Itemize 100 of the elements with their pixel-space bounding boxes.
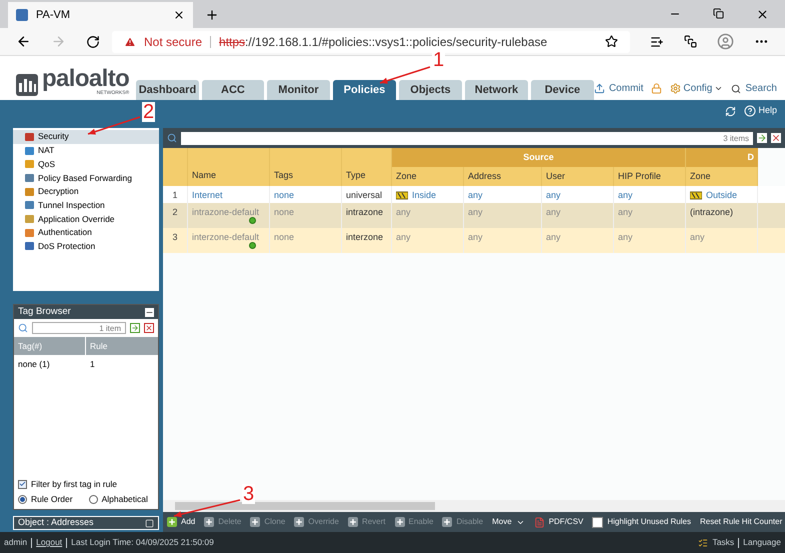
favicon-icon xyxy=(16,9,28,21)
table-cell-text: any xyxy=(618,231,633,244)
menu-button[interactable]: Move xyxy=(492,516,525,528)
nav-tab[interactable]: Monitor xyxy=(266,80,330,100)
zone-icon xyxy=(396,191,408,200)
sort-radio[interactable]: Rule Order xyxy=(18,492,73,506)
tasks-icon xyxy=(698,538,708,548)
tag-search-field[interactable]: 1 item xyxy=(32,322,126,334)
new-tab-icon[interactable] xyxy=(205,8,219,22)
close-icon[interactable] xyxy=(756,8,769,21)
policy-type-item[interactable]: Policy Based Forwarding xyxy=(13,171,159,185)
config-button[interactable]: Config xyxy=(670,81,724,96)
column-header[interactable]: Address xyxy=(464,167,542,186)
nav-tab[interactable]: Network xyxy=(464,80,528,100)
radio-icon[interactable] xyxy=(18,494,27,504)
table-cell-text: universal xyxy=(346,189,382,202)
table-cell-text: any xyxy=(618,206,633,219)
table-cell-text: Inside xyxy=(412,189,436,202)
action-icon xyxy=(442,517,452,527)
column-header[interactable]: HIP Profile xyxy=(614,167,686,186)
annotation-number: 2 xyxy=(142,102,156,122)
toolbar-button[interactable]: PDF/CSV xyxy=(534,516,584,528)
policy-type-item[interactable]: QoS xyxy=(13,157,159,172)
favorites-icon[interactable] xyxy=(650,34,664,48)
refresh-icon[interactable] xyxy=(725,106,736,116)
config-icon xyxy=(670,83,682,94)
policy-type-item[interactable]: Authentication xyxy=(13,226,159,240)
column-header[interactable]: Name xyxy=(188,148,270,186)
username: admin xyxy=(4,536,28,549)
upload-icon xyxy=(594,83,605,94)
help-button[interactable]: Help xyxy=(744,104,777,118)
policy-type-item[interactable]: NAT xyxy=(13,144,159,158)
toolbar-button[interactable]: Add xyxy=(167,516,196,528)
lock-icon[interactable] xyxy=(651,83,662,94)
profile-icon[interactable] xyxy=(717,33,734,50)
header-cell xyxy=(163,148,188,186)
action-icon xyxy=(204,517,214,527)
radio-icon[interactable] xyxy=(88,494,98,504)
tasks-button[interactable]: Tasks xyxy=(698,536,734,549)
collections-icon[interactable] xyxy=(684,35,697,48)
horizontal-scrollbar[interactable] xyxy=(163,500,785,512)
table-cell-text: none (1) xyxy=(17,358,51,371)
checkbox-icon[interactable] xyxy=(18,480,27,488)
nav-tab[interactable]: Policies xyxy=(332,80,396,100)
table-cell-text: any xyxy=(690,231,705,244)
action-icon xyxy=(348,517,358,527)
panel-title: Object : Addresses xyxy=(18,516,94,530)
security-label[interactable]: Not secure xyxy=(144,32,202,50)
column-header[interactable]: Zone xyxy=(686,167,758,186)
table-cell-text: any xyxy=(618,189,633,202)
nav-tab[interactable]: Dashboard xyxy=(136,80,199,100)
policy-type-item[interactable]: Security xyxy=(13,130,159,144)
filter-checkbox[interactable]: Filter by first tag in rule xyxy=(14,477,158,491)
restore-icon[interactable] xyxy=(713,8,724,19)
column-header[interactable]: Zone xyxy=(392,167,464,186)
column-header[interactable]: User xyxy=(542,167,614,186)
menu-button[interactable]: Reset Rule Hit Counter xyxy=(700,516,785,528)
reload-icon[interactable] xyxy=(86,34,100,48)
column-header[interactable]: Tags xyxy=(270,148,342,186)
nav-tab[interactable]: Device xyxy=(530,80,594,100)
commit-button[interactable]: Commit xyxy=(594,81,644,96)
column-header[interactable]: Type xyxy=(342,148,392,186)
collapse-icon[interactable] xyxy=(145,308,154,316)
apply-filter-icon[interactable] xyxy=(757,133,767,143)
policy-type-item[interactable]: Tunnel Inspection xyxy=(13,198,159,212)
clear-filter-icon[interactable] xyxy=(144,323,154,333)
action-icon xyxy=(294,517,304,527)
sort-radio[interactable]: Alphabetical xyxy=(88,492,148,506)
logout-link[interactable]: Logout xyxy=(36,536,62,549)
clear-filter-icon[interactable] xyxy=(771,133,781,143)
address-bar[interactable]: Not secure https://192.168.1.1/#policies::vsys1::policies/security-rulebase xyxy=(112,30,630,52)
table-cell-text: none xyxy=(274,231,294,244)
tab-title: PA-VM xyxy=(36,8,72,23)
expand-icon[interactable] xyxy=(145,518,154,528)
rule-search-field[interactable]: 3 items xyxy=(181,132,753,144)
checkbox-icon[interactable] xyxy=(592,516,604,528)
language-button[interactable]: Language xyxy=(743,536,781,549)
table-cell-text: any xyxy=(396,206,411,219)
logo-icon xyxy=(16,74,38,96)
nav-tab[interactable]: ACC xyxy=(202,80,264,100)
rule-name[interactable]: Internet xyxy=(192,189,223,202)
favorite-icon[interactable] xyxy=(605,35,618,48)
search-button[interactable]: Search xyxy=(731,81,777,96)
apply-filter-icon[interactable] xyxy=(130,323,140,333)
table-cell-text: none xyxy=(274,189,294,202)
highlight-checkbox[interactable]: Highlight Unused Rules xyxy=(592,516,691,528)
nav-tab[interactable]: Objects xyxy=(398,80,462,100)
logo-wordmark: paloalto xyxy=(42,67,130,91)
document-icon xyxy=(534,516,545,528)
policy-type-item[interactable]: Decryption xyxy=(13,184,159,198)
browser-tab[interactable]: PA-VM xyxy=(8,2,193,28)
policy-type-item[interactable]: DoS Protection xyxy=(13,240,159,254)
table-cell-text: any xyxy=(546,231,561,244)
back-icon[interactable] xyxy=(16,34,31,49)
policy-type-item[interactable]: Application Override xyxy=(13,212,159,226)
table-cell-text: interzone xyxy=(346,231,384,244)
close-icon[interactable] xyxy=(173,9,185,21)
warning-icon xyxy=(124,36,136,48)
last-login-time: Last Login Time: 04/09/2025 21:50:09 xyxy=(71,536,214,549)
table-cell-text: any xyxy=(546,189,561,202)
